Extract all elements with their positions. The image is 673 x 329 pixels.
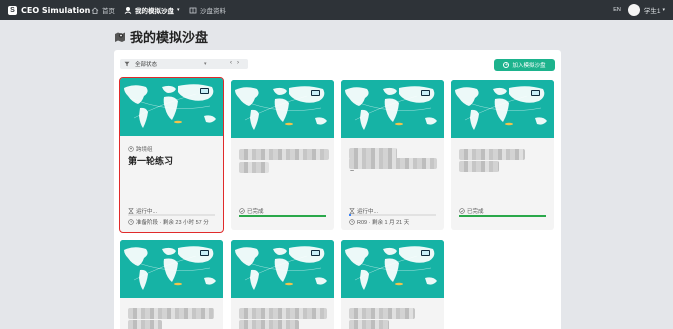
join-sandbox-label: 加入模拟沙盘 xyxy=(512,63,546,69)
progress-fill xyxy=(459,215,546,217)
world-map-image xyxy=(231,240,334,298)
card-meta: 准备阶段 · 剩余 23 小时 57 分 xyxy=(128,218,209,226)
top-nav: S CEO Simulation 首页 我的模拟沙盘 ▾ 沙盘资料 EN 学生1… xyxy=(0,0,673,20)
status-filter[interactable]: 全部状态 ▾ ‹ › xyxy=(120,59,248,69)
world-map-svg xyxy=(341,80,444,138)
world-map-image xyxy=(120,78,223,136)
sandbox-card[interactable]: 跨境组 第一轮练习 运行中... 准备阶段 · 剩余 23 小时 57 分 xyxy=(119,77,224,233)
blurred-name xyxy=(239,162,269,173)
brand[interactable]: S CEO Simulation xyxy=(8,5,91,15)
card-status-label: 已完成 xyxy=(247,209,264,215)
blurred-name xyxy=(349,308,415,319)
blurred-name xyxy=(349,320,389,329)
progress-bar xyxy=(459,215,546,217)
sandbox-panel: 全部状态 ▾ ‹ › + 加入模拟沙盘 跨境组 第一轮练习 运行中... 准备阶… xyxy=(114,50,561,329)
chevron-down-icon: ▾ xyxy=(204,61,207,67)
blurred-name xyxy=(239,320,299,329)
page-title: 我的模拟沙盘 xyxy=(114,27,208,46)
blurred-name xyxy=(349,158,437,169)
filter-icon xyxy=(124,61,130,67)
group-icon xyxy=(128,146,134,152)
join-sandbox-button[interactable]: + 加入模拟沙盘 xyxy=(494,59,555,71)
world-map-image xyxy=(231,80,334,138)
world-map-svg xyxy=(120,240,223,298)
world-map-svg xyxy=(451,80,554,138)
progress-bar xyxy=(239,215,326,217)
logo-icon: S xyxy=(8,5,17,15)
card-status-label: 已完成 xyxy=(467,209,484,215)
card-group-label: 跨境组 xyxy=(136,147,153,153)
chevron-down-icon: ▾ xyxy=(662,7,665,13)
blurred-name xyxy=(459,149,525,160)
user-menu[interactable]: EN 学生1 ▾ xyxy=(613,0,665,20)
sandbox-card[interactable] xyxy=(341,240,444,329)
nav-home-label: 首页 xyxy=(102,8,115,15)
blurred-name xyxy=(239,308,327,319)
blurred-name xyxy=(128,308,214,319)
nav-library[interactable]: 沙盘资料 xyxy=(189,0,226,20)
card-name: 第一轮练习 xyxy=(128,157,174,167)
progress-fill xyxy=(349,214,351,216)
card-meta: R09 · 剩余 1 月 21 天 xyxy=(349,218,409,226)
plus-circle-icon: + xyxy=(503,62,510,68)
nav-my-sandbox[interactable]: 我的模拟沙盘 ▾ xyxy=(124,0,180,20)
chevron-down-icon: ▾ xyxy=(177,7,180,13)
world-map-svg xyxy=(341,240,444,298)
blurred-name xyxy=(459,161,499,172)
world-map-svg xyxy=(231,240,334,298)
check-circle-icon xyxy=(239,208,245,214)
progress-bar xyxy=(349,214,436,216)
blurred-name xyxy=(128,320,162,329)
card-status: 已完成 xyxy=(459,207,484,215)
nav-library-label: 沙盘资料 xyxy=(200,8,226,15)
prev-page-button[interactable]: ‹ xyxy=(230,60,232,66)
clock-icon xyxy=(128,219,134,225)
brand-name: CEO Simulation xyxy=(21,5,91,15)
world-map-svg xyxy=(231,80,334,138)
nav-my-sandbox-label: 我的模拟沙盘 xyxy=(135,8,174,15)
page-title-text: 我的模拟沙盘 xyxy=(130,31,209,46)
sandbox-card[interactable] xyxy=(120,240,223,329)
card-status: 已完成 xyxy=(239,207,264,215)
sandbox-card[interactable]: 已完成 xyxy=(451,80,554,230)
progress-bar xyxy=(128,214,215,216)
blurred-name xyxy=(239,149,329,160)
next-page-button[interactable]: › xyxy=(237,60,239,66)
progress-fill xyxy=(239,215,326,217)
home-icon xyxy=(91,6,99,14)
world-map-image xyxy=(120,240,223,298)
card-tilde: ~ xyxy=(350,168,355,175)
sandbox-icon xyxy=(124,7,132,14)
card-meta-label: 准备阶段 · 剩余 23 小时 57 分 xyxy=(136,220,209,226)
book-icon xyxy=(189,7,197,13)
sandbox-card[interactable] xyxy=(231,240,334,329)
avatar xyxy=(627,4,640,16)
map-pin-icon xyxy=(115,32,125,42)
sandbox-card[interactable]: ~ 运行中... R09 · 剩余 1 月 21 天 xyxy=(341,80,444,230)
world-map-image xyxy=(341,240,444,298)
check-circle-icon xyxy=(459,208,465,214)
world-map-svg xyxy=(120,78,223,136)
username: 学生1 xyxy=(643,8,661,15)
status-filter-value: 全部状态 xyxy=(135,62,158,68)
nav-home[interactable]: 首页 xyxy=(91,0,115,20)
clock-icon xyxy=(349,219,355,225)
sandbox-card[interactable]: 已完成 xyxy=(231,80,334,230)
language-switch[interactable]: EN xyxy=(613,7,621,13)
card-group-tag: 跨境组 xyxy=(128,145,153,153)
card-meta-label: R09 · 剩余 1 月 21 天 xyxy=(357,220,410,226)
world-map-image xyxy=(341,80,444,138)
world-map-image xyxy=(451,80,554,138)
